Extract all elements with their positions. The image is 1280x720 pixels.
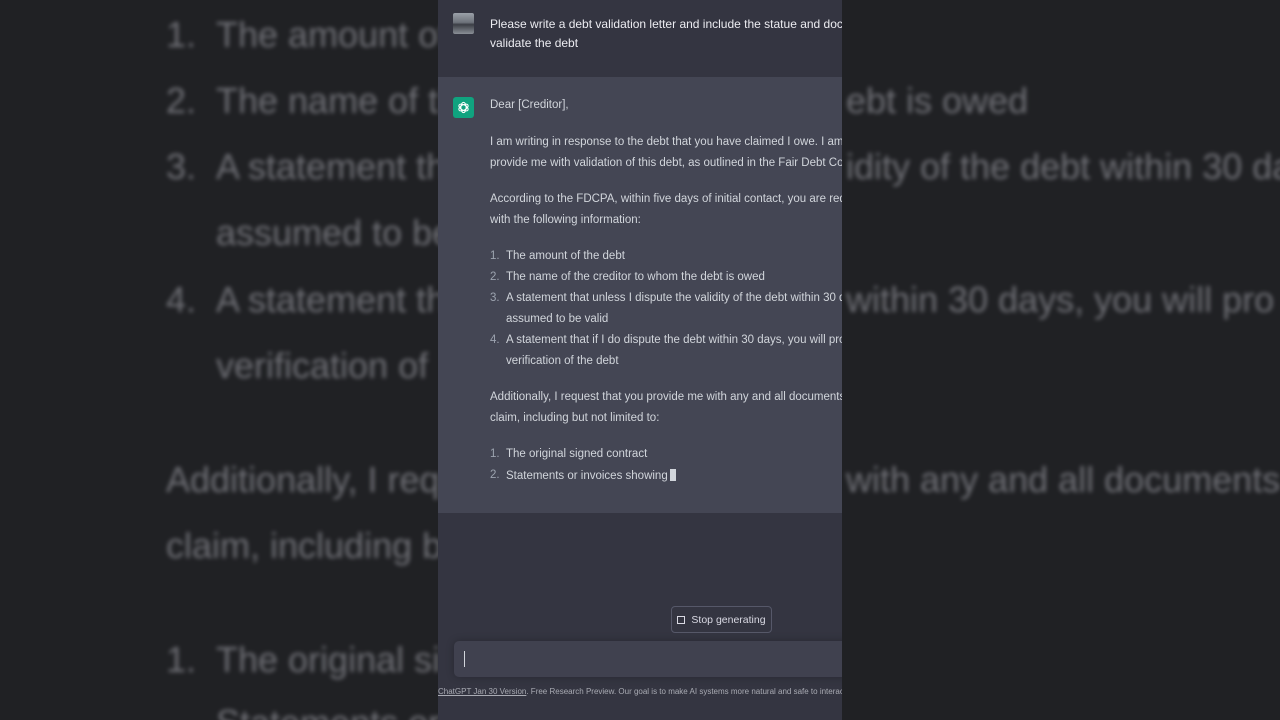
list-item: The name of the creditor to whom the deb… — [506, 271, 765, 283]
list-item: The original signed contract — [506, 448, 648, 460]
list-item-number: 3. — [490, 292, 500, 304]
list-item-number: 4. — [490, 334, 500, 346]
paragraph-line: provide me with validation of this debt,… — [490, 157, 842, 169]
list-item-number: 1. — [490, 448, 500, 460]
panel-bottom — [438, 700, 842, 720]
openai-logo-icon — [458, 101, 469, 114]
list-item-number: 2. — [490, 469, 500, 481]
user-message-line: validate the debt — [490, 36, 579, 50]
bg-line-number: 4. — [166, 279, 197, 320]
bg-line-text: A statement th — [216, 279, 447, 320]
paragraph-line: claim, including but not limited to: — [490, 412, 660, 424]
bg-line-text: The name of th — [216, 80, 459, 121]
user-avatar — [453, 13, 474, 34]
prompt-input[interactable] — [454, 641, 842, 677]
user-message-row: Please write a debt validation letter an… — [438, 0, 842, 77]
assistant-message-row: Dear [Creditor], I am writing in respons… — [438, 77, 842, 513]
bg-line-text: The original si — [216, 639, 441, 680]
stop-generating-label: Stop generating — [691, 613, 766, 626]
bg-line-text-right: ebt is owed — [846, 80, 1029, 121]
bg-line-text: claim, including b — [166, 525, 443, 566]
paragraph-line: Additionally, I request that you provide… — [490, 391, 842, 403]
paragraph-line: According to the FDCPA, within five days… — [490, 193, 842, 205]
assistant-avatar — [453, 97, 474, 118]
list-item: A statement that if I do dispute the deb… — [506, 334, 842, 346]
version-link[interactable]: ChatGPT Jan 30 Version — [438, 687, 526, 696]
chat-panel: Please write a debt validation letter an… — [438, 0, 842, 720]
bg-line-number: 1. — [166, 639, 197, 680]
bg-line-text: A statement th — [216, 146, 447, 187]
bg-line-number: 2. — [166, 80, 197, 121]
user-message: Please write a debt validation letter an… — [490, 15, 842, 53]
bg-line-text: assumed to be — [216, 212, 453, 253]
bg-line-text: Additionally, I req — [166, 459, 440, 500]
list-item: Statements or invoices showing — [506, 469, 676, 482]
bg-line-text-right: within 30 days, you will pro — [846, 279, 1275, 320]
paragraph-line: I am writing in response to the debt tha… — [490, 136, 842, 148]
paragraph-line: with the following information: — [490, 214, 641, 226]
text-caret — [464, 651, 465, 667]
bg-line-text-right: idity of the debt within 30 da — [846, 146, 1280, 187]
list-item: The amount of the debt — [506, 250, 625, 262]
user-message-line: Please write a debt validation letter an… — [490, 17, 842, 31]
bg-line-number: 3. — [166, 146, 197, 187]
list-item-number: 2. — [490, 271, 500, 283]
bg-line-text: The amount of — [216, 14, 449, 55]
footer: ChatGPT Jan 30 Version. Free Research Pr… — [438, 687, 842, 696]
bg-line-text-right: with any and all documents — [846, 459, 1280, 500]
list-item-text: Statements or invoices showing — [506, 470, 668, 482]
list-item-number: 1. — [490, 250, 500, 262]
list-item: A statement that unless I dispute the va… — [506, 292, 842, 304]
stop-icon — [677, 615, 686, 624]
bg-line-text: verification of — [216, 345, 429, 386]
bg-line-number: 1. — [166, 14, 197, 55]
greeting: Dear [Creditor], — [490, 99, 569, 111]
footer-text: . Free Research Preview. Our goal is to … — [526, 687, 842, 696]
list-item-continuation: verification of the debt — [506, 355, 619, 367]
bg-line-text: Statements or — [216, 702, 440, 720]
list-item-continuation: assumed to be valid — [506, 313, 609, 325]
stop-generating-button[interactable]: Stop generating — [671, 606, 772, 633]
typing-cursor — [669, 469, 676, 481]
